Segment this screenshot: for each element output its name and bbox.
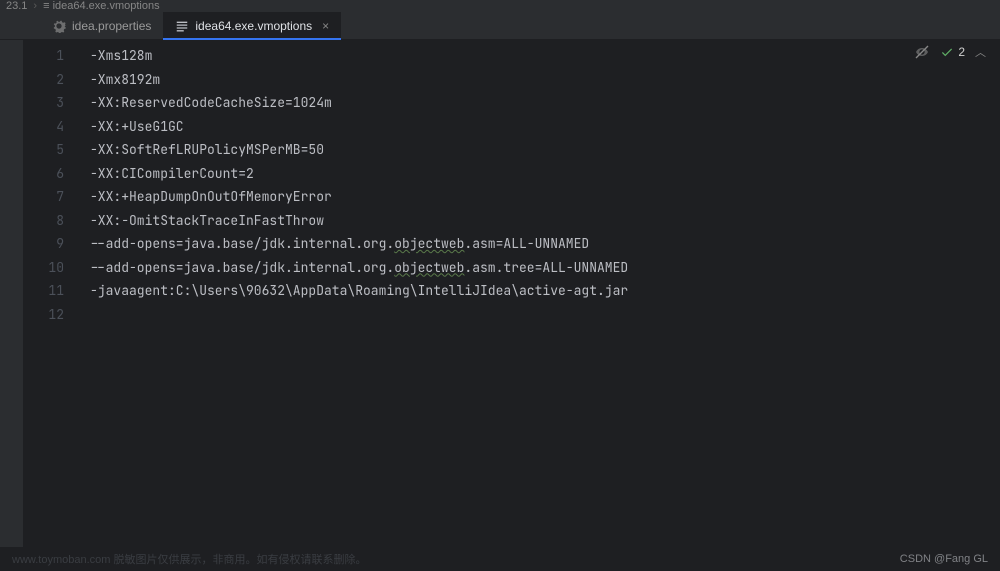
gutter: 123456789101112: [24, 40, 82, 547]
tab-label: idea64.exe.vmoptions: [195, 19, 312, 33]
watermark: www.toymoban.com 脱敏图片仅供展示，非商用。如有侵权请联系删除。…: [0, 547, 1000, 571]
line-number: 4: [24, 115, 82, 139]
line-number: 5: [24, 138, 82, 162]
tab-bar: idea.properties idea64.exe.vmoptions ×: [0, 12, 1000, 40]
file-icon: ≡: [43, 0, 52, 12]
editor-area: 123456789101112 -Xms128m-Xmx8192m-XX:Res…: [0, 40, 1000, 547]
inspection-widget[interactable]: 2 ︿: [914, 44, 986, 60]
chevron-up-icon[interactable]: ︿: [975, 44, 986, 60]
tool-window-stripe[interactable]: [0, 40, 24, 547]
line-number: 9: [24, 232, 82, 256]
warning-token: objectweb: [394, 259, 464, 276]
line-number: 12: [24, 303, 82, 327]
warning-token: objectweb: [394, 235, 464, 252]
tab-idea-properties[interactable]: idea.properties: [40, 12, 163, 39]
close-icon[interactable]: ×: [322, 19, 329, 33]
code-editor[interactable]: -Xms128m-Xmx8192m-XX:ReservedCodeCacheSi…: [82, 40, 1000, 547]
code-line[interactable]: -XX:CICompilerCount=2: [82, 162, 1000, 186]
breadcrumb-root[interactable]: 23.1: [6, 0, 27, 12]
tab-idea64-vmoptions[interactable]: idea64.exe.vmoptions ×: [163, 12, 341, 39]
eye-slash-icon: [914, 44, 930, 60]
code-line[interactable]: -Xmx8192m: [82, 68, 1000, 92]
line-number: 7: [24, 185, 82, 209]
breadcrumb-file[interactable]: ≡ idea64.exe.vmoptions: [43, 0, 160, 12]
watermark-left: www.toymoban.com 脱敏图片仅供展示，非商用。如有侵权请联系删除。: [12, 551, 366, 567]
gear-icon: [52, 19, 66, 33]
file-icon: [175, 19, 189, 33]
line-number: 10: [24, 256, 82, 280]
code-line[interactable]: -XX:SoftRefLRUPolicyMSPerMB=50: [82, 138, 1000, 162]
line-number: 11: [24, 279, 82, 303]
code-line[interactable]: -Xms128m: [82, 44, 1000, 68]
breadcrumb-sep-icon: ›: [33, 0, 37, 12]
code-line[interactable]: -XX:-OmitStackTraceInFastThrow: [82, 209, 1000, 233]
check-icon: [940, 45, 954, 59]
code-line[interactable]: -XX:ReservedCodeCacheSize=1024m: [82, 91, 1000, 115]
line-number: 1: [24, 44, 82, 68]
line-number: 2: [24, 68, 82, 92]
code-line[interactable]: -XX:+UseG1GC: [82, 115, 1000, 139]
code-line[interactable]: -XX:+HeapDumpOnOutOfMemoryError: [82, 185, 1000, 209]
code-line[interactable]: -javaagent:C:\Users\90632\AppData\Roamin…: [82, 279, 1000, 303]
code-line[interactable]: --add-opens=java.base/jdk.internal.org.o…: [82, 256, 1000, 280]
code-line[interactable]: [82, 303, 1000, 327]
line-number: 3: [24, 91, 82, 115]
breadcrumb: 23.1 › ≡ idea64.exe.vmoptions: [0, 0, 1000, 12]
code-line[interactable]: --add-opens=java.base/jdk.internal.org.o…: [82, 232, 1000, 256]
line-number: 8: [24, 209, 82, 233]
line-number: 6: [24, 162, 82, 186]
problems-indicator[interactable]: 2: [940, 45, 965, 59]
watermark-right: CSDN @Fang GL: [900, 553, 988, 565]
tab-label: idea.properties: [72, 19, 151, 33]
